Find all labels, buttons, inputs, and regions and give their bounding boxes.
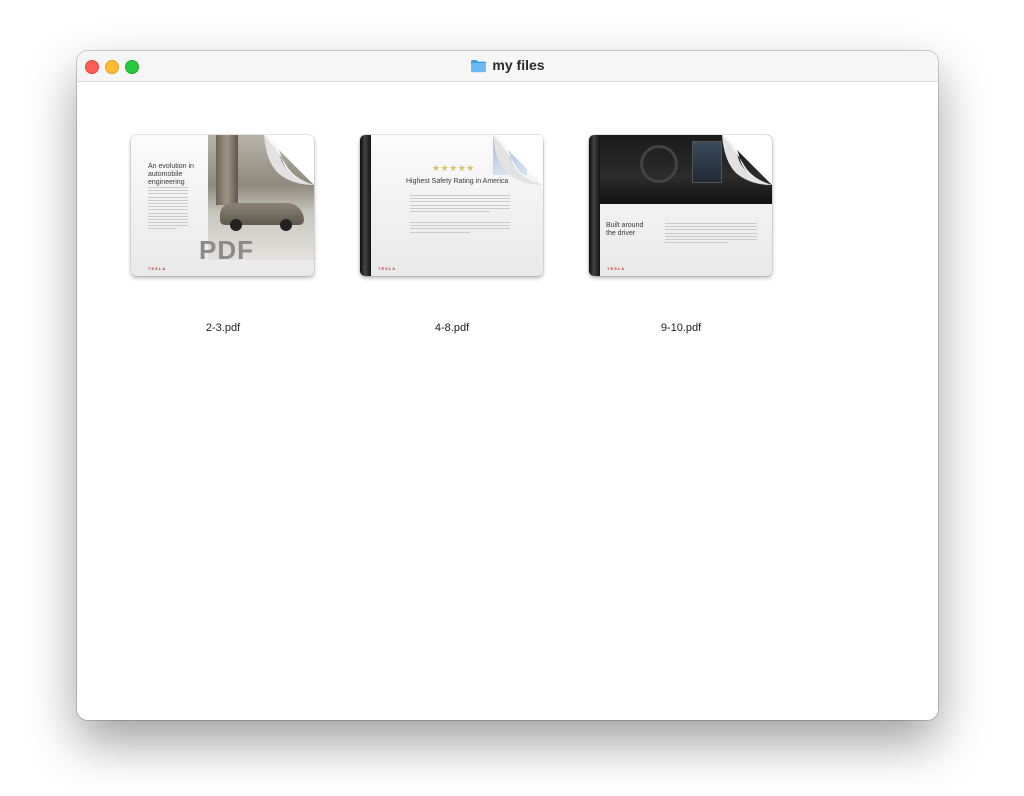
pdf-thumbnail[interactable]: Built around the driver TESLA (589, 135, 772, 276)
preview-body-text (410, 195, 510, 214)
file-name[interactable]: 4-8.pdf (357, 322, 547, 334)
page-curl-icon (493, 135, 543, 185)
file-item-2-3[interactable]: An evolution in automobile engineering P… (128, 135, 318, 334)
binding-spine (589, 135, 600, 276)
file-grid: An evolution in automobile engineering P… (77, 82, 938, 720)
pdf-thumbnail[interactable]: An evolution in automobile engineering P… (131, 135, 314, 276)
window-title: my files (77, 57, 938, 76)
title-bar[interactable]: my files (77, 51, 938, 82)
preview-heading: Built around the driver (606, 222, 644, 237)
brand-mark: TESLA (378, 266, 397, 271)
file-name[interactable]: 9-10.pdf (586, 322, 776, 334)
binding-spine (360, 135, 371, 276)
preview-heading: An evolution in automobile engineering (148, 163, 194, 186)
finder-window: my files An evolution in automobile engi… (77, 51, 938, 720)
page-curl-icon (722, 135, 772, 185)
page-curl-icon (264, 135, 314, 185)
rating-stars: ★★★★★ (432, 163, 475, 173)
preview-body-text (665, 223, 757, 245)
preview-body-text-2 (410, 222, 510, 235)
file-name[interactable]: 2-3.pdf (128, 322, 318, 334)
pdf-thumbnail[interactable]: ★★★★★ Highest Safety Rating in America T… (360, 135, 543, 276)
file-item-4-8[interactable]: ★★★★★ Highest Safety Rating in America T… (357, 135, 547, 334)
window-title-text: my files (492, 57, 545, 73)
preview-body-text (148, 187, 188, 232)
brand-mark: TESLA (607, 266, 626, 271)
folder-icon (470, 59, 487, 76)
file-item-9-10[interactable]: Built around the driver TESLA 9-10.pdf (586, 135, 776, 334)
brand-mark: TESLA (148, 266, 167, 271)
pdf-badge: PDF (199, 235, 254, 265)
